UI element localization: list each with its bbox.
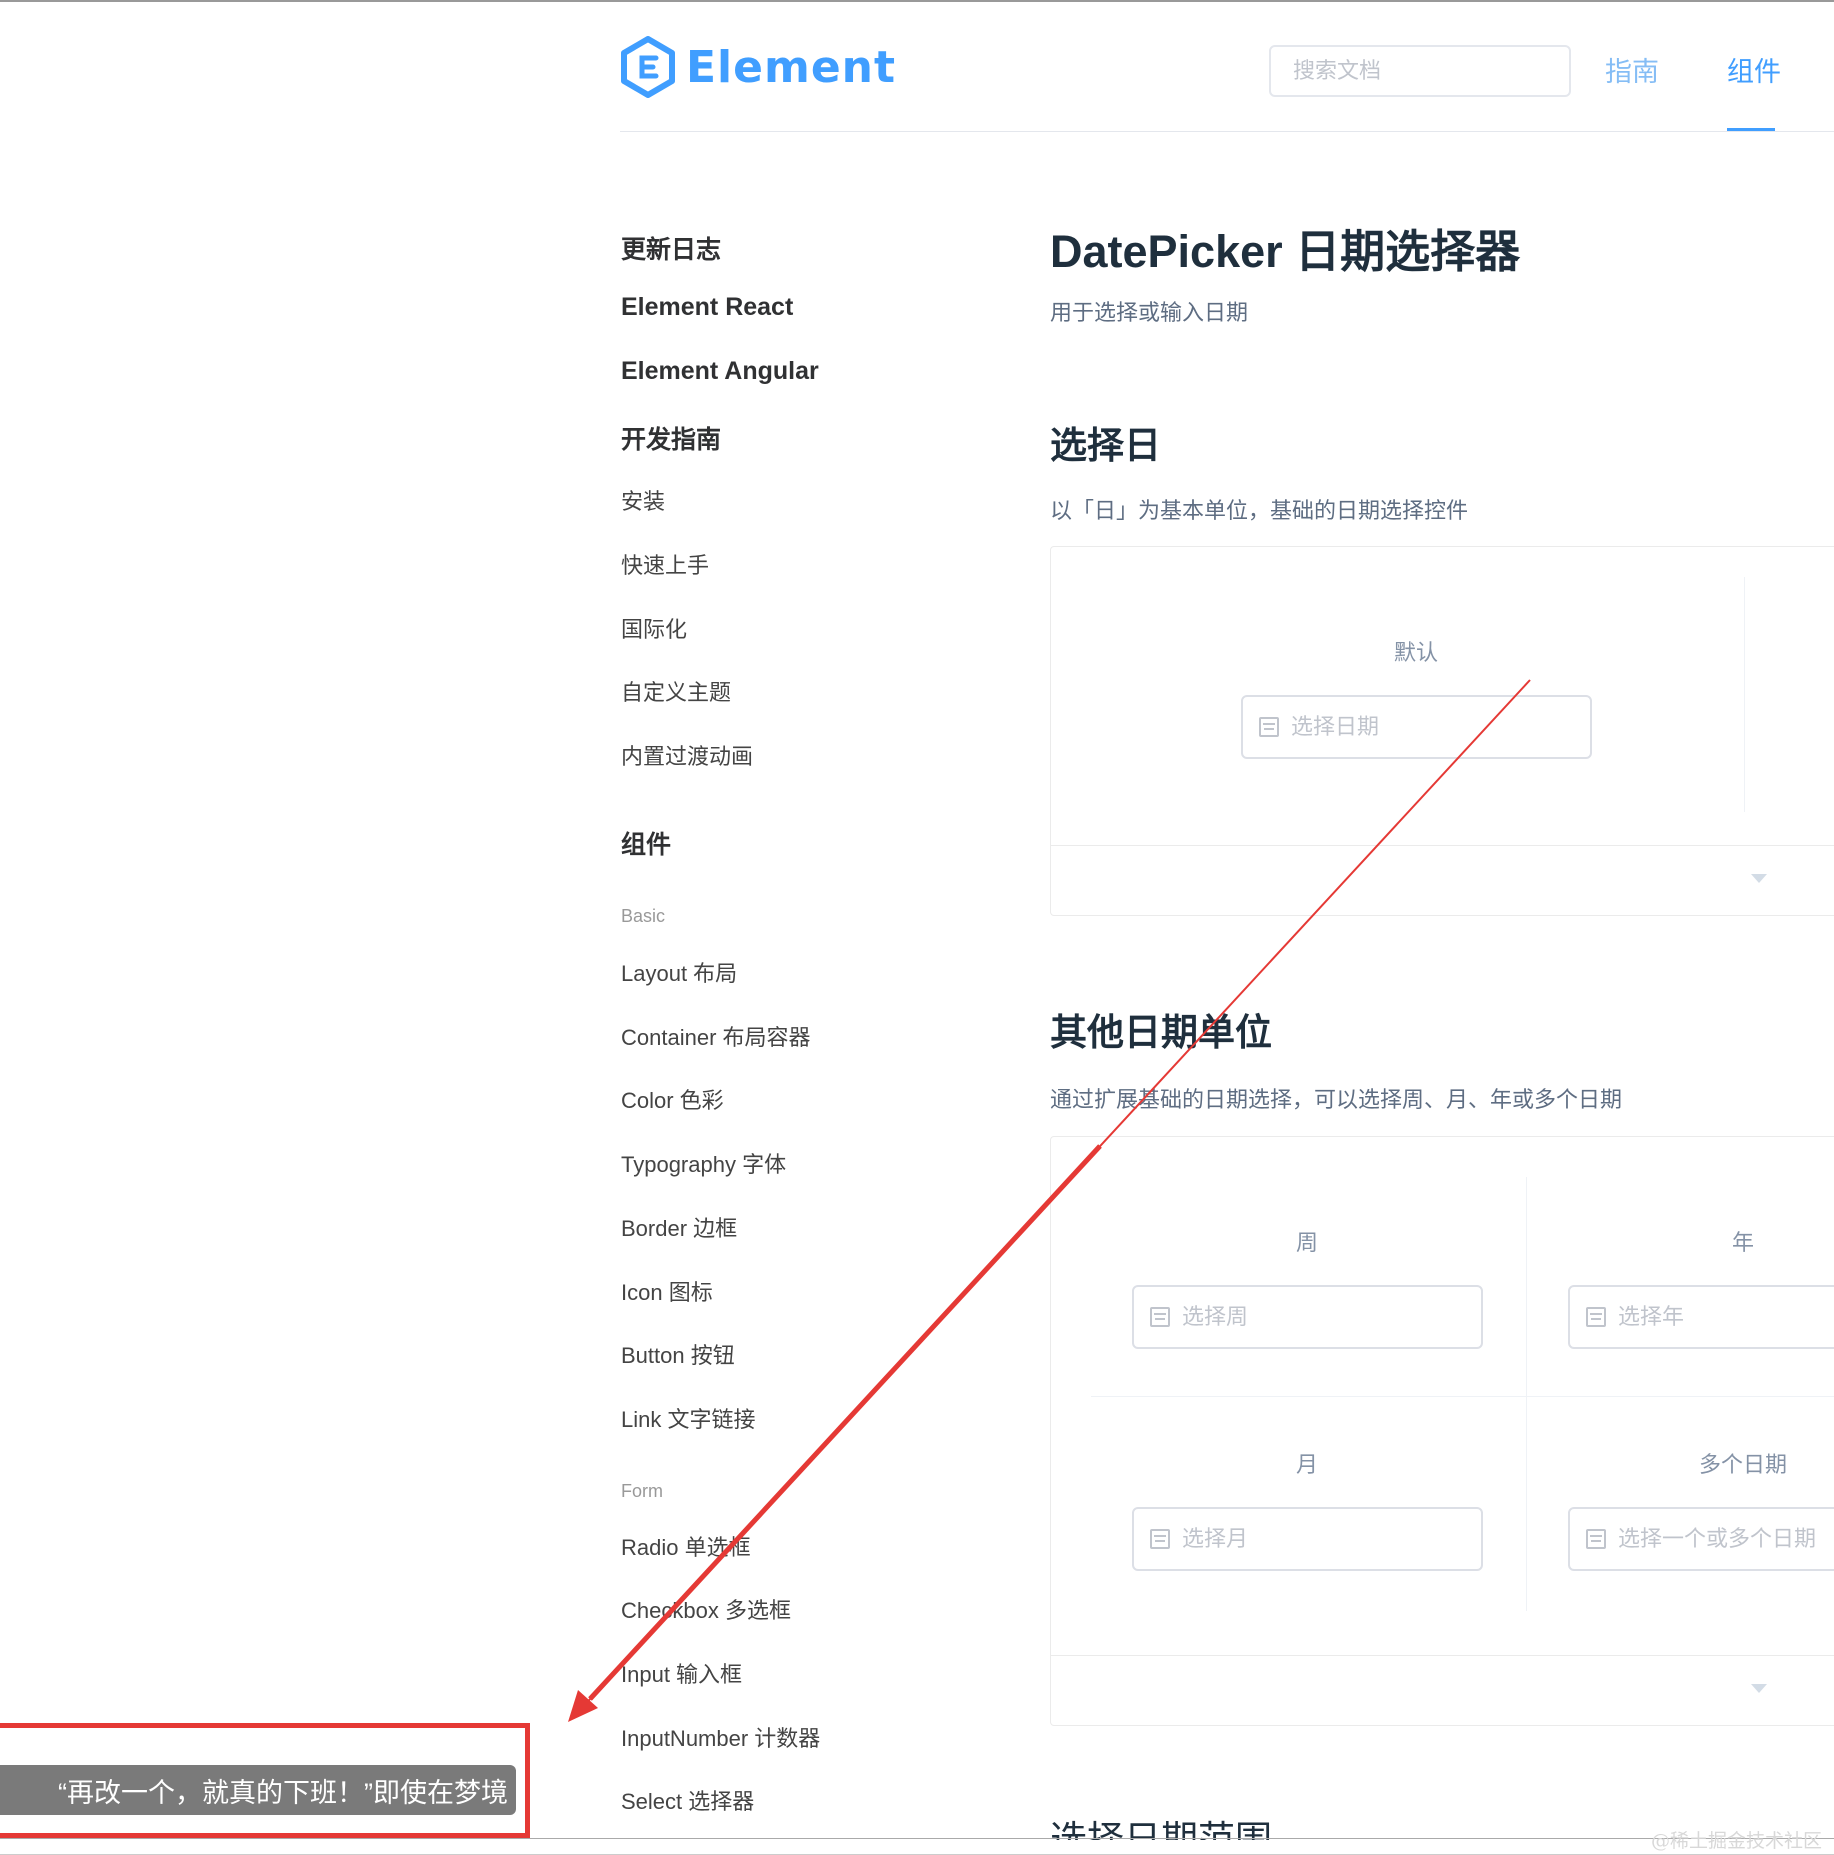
window-bottom-border xyxy=(0,1838,1834,1855)
sidebar-item-changelog[interactable]: 更新日志 xyxy=(621,230,721,266)
element-logo-icon xyxy=(621,36,675,98)
notification-toast[interactable]: “再改一个，就真的下班！”即使在梦境 xyxy=(0,1765,516,1815)
sidebar-item-link[interactable]: Link 文字链接 xyxy=(621,1402,755,1434)
search-box[interactable] xyxy=(1269,45,1571,97)
section-desc-other-units: 通过扩展基础的日期选择，可以选择周、月、年或多个日期 xyxy=(1050,1087,1623,1112)
date-picker-year[interactable] xyxy=(1568,1285,1834,1349)
demo-block-select-day: 默认 xyxy=(1050,546,1834,916)
logo-text: Element xyxy=(686,41,897,93)
site-header: Element 指南 组件 xyxy=(620,30,1834,132)
sidebar-item-install[interactable]: 安装 xyxy=(621,484,665,516)
date-picker-month[interactable] xyxy=(1132,1507,1483,1571)
demo-label-dates: 多个日期 xyxy=(1699,1452,1788,1477)
demo-horizontal-divider xyxy=(1091,1396,1834,1397)
year-input[interactable] xyxy=(1618,1304,1834,1330)
demo-label-week: 周 xyxy=(1296,1230,1319,1255)
date-input[interactable] xyxy=(1291,714,1590,740)
dates-input[interactable] xyxy=(1618,1526,1834,1552)
month-input[interactable] xyxy=(1182,1526,1481,1552)
sidebar-item-quickstart[interactable]: 快速上手 xyxy=(621,548,709,580)
demo-vertical-divider xyxy=(1526,1177,1527,1611)
caret-down-icon xyxy=(1751,874,1767,883)
calendar-icon xyxy=(1586,1529,1606,1549)
calendar-icon xyxy=(1259,717,1279,737)
calendar-icon xyxy=(1150,1307,1170,1327)
page-subtitle: 用于选择或输入日期 xyxy=(1050,300,1249,325)
sidebar-item-element-angular[interactable]: Element Angular xyxy=(621,357,819,386)
section-title-date-range: 选择日期范围 xyxy=(1050,1819,1272,1840)
calendar-icon xyxy=(1150,1529,1170,1549)
sidebar-item-element-react[interactable]: Element React xyxy=(621,293,793,322)
sidebar-item-input-number[interactable]: InputNumber 计数器 xyxy=(621,1721,820,1753)
logo[interactable]: Element xyxy=(620,35,896,99)
sidebar-item-input[interactable]: Input 输入框 xyxy=(621,1657,742,1689)
date-picker-default[interactable] xyxy=(1241,695,1592,759)
demo-control-bar[interactable] xyxy=(1051,845,1834,915)
sidebar-item-radio[interactable]: Radio 单选框 xyxy=(621,1530,751,1562)
section-title-other-units: 其他日期单位 xyxy=(1050,1012,1272,1053)
nav-active-indicator xyxy=(1727,128,1775,131)
sidebar-item-border[interactable]: Border 边框 xyxy=(621,1211,737,1243)
nav-components[interactable]: 组件 xyxy=(1727,50,1781,89)
sidebar-item-checkbox[interactable]: Checkbox 多选框 xyxy=(621,1593,791,1625)
sidebar-item-container[interactable]: Container 布局容器 xyxy=(621,1020,811,1052)
sidebar-section-components: 组件 xyxy=(621,831,672,859)
sidebar-item-transition[interactable]: 内置过渡动画 xyxy=(621,739,753,771)
sidebar-item-i18n[interactable]: 国际化 xyxy=(621,612,687,644)
section-title-select-day: 选择日 xyxy=(1050,425,1161,466)
arrow-head xyxy=(568,1690,598,1722)
sidebar-item-color[interactable]: Color 色彩 xyxy=(621,1083,724,1115)
demo-label-month: 月 xyxy=(1296,1452,1319,1477)
caret-down-icon xyxy=(1751,1684,1767,1693)
demo-label-default: 默认 xyxy=(1394,640,1439,665)
page-title: DatePicker 日期选择器 xyxy=(1050,226,1521,277)
sidebar-item-layout[interactable]: Layout 布局 xyxy=(621,956,737,988)
date-picker-dates[interactable] xyxy=(1568,1507,1834,1571)
search-input[interactable] xyxy=(1293,58,1547,84)
sidebar-item-button[interactable]: Button 按钮 xyxy=(621,1338,735,1370)
section-desc-select-day: 以「日」为基本单位，基础的日期选择控件 xyxy=(1050,498,1469,523)
week-input[interactable] xyxy=(1182,1304,1481,1330)
sidebar-section-dev-guide: 开发指南 xyxy=(621,426,722,454)
demo-control-bar[interactable] xyxy=(1051,1655,1834,1725)
sidebar-item-select[interactable]: Select 选择器 xyxy=(621,1784,754,1816)
demo-block-other-units: 周 年 月 多个日期 xyxy=(1050,1136,1834,1726)
demo-label-year: 年 xyxy=(1732,1230,1755,1255)
watermark: @稀土掘金技术社区 xyxy=(1650,1830,1822,1852)
sidebar-item-icon[interactable]: Icon 图标 xyxy=(621,1275,713,1307)
calendar-icon xyxy=(1586,1307,1606,1327)
window-top-border xyxy=(0,0,1834,5)
sidebar-item-custom-theme[interactable]: 自定义主题 xyxy=(621,675,731,707)
date-picker-week[interactable] xyxy=(1132,1285,1483,1349)
sidebar-group-basic: Basic xyxy=(621,906,666,926)
sidebar-group-form: Form xyxy=(621,1481,663,1501)
nav-guide[interactable]: 指南 xyxy=(1605,50,1659,89)
demo-divider xyxy=(1744,577,1745,812)
sidebar-item-typography[interactable]: Typography 字体 xyxy=(621,1147,786,1179)
